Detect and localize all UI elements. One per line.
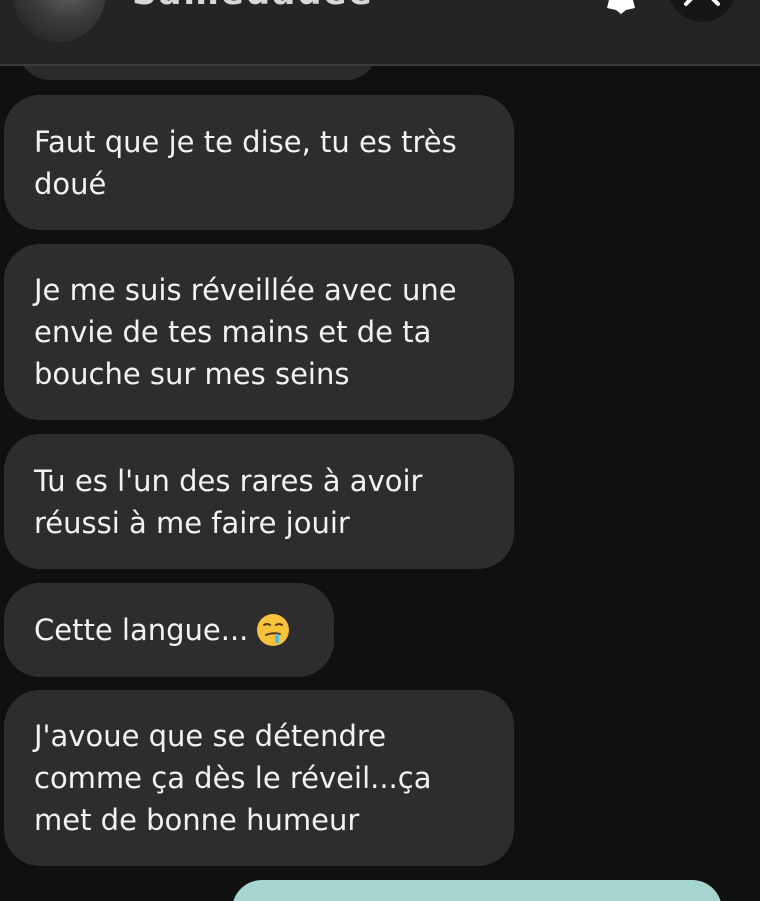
message-text: Je me suis réveillée avec une envie de t…	[34, 273, 457, 391]
message-bubble[interactable]: Faut que je te dise, tu es très doué	[4, 95, 514, 230]
message-bubble[interactable]: J'avoue que se détendre comme ça dès le …	[4, 690, 514, 866]
chat-header: Samedadee	[0, 0, 760, 66]
message-bubble[interactable]: Je me suis réveillée avec une envie de t…	[4, 244, 514, 420]
drooling-face-emoji	[257, 614, 290, 646]
message-text: Faut que je te dise, tu es très doué	[34, 124, 457, 201]
message-bubble[interactable]: Tu es l'un des rares à avoir réussi à me…	[4, 434, 514, 569]
message-text: Tu es l'un des rares à avoir réussi à me…	[34, 463, 423, 540]
close-button[interactable]	[668, 0, 736, 22]
avatar[interactable]	[12, 0, 106, 42]
scroll-to-bottom-button[interactable]	[232, 880, 722, 901]
chat-screen: Samedadee Faut que je te dise, tu es trè…	[0, 0, 760, 901]
message-bubble[interactable]: Cette langue...	[4, 583, 334, 677]
contact-name[interactable]: Samedadee	[132, 0, 374, 10]
message-text: Cette langue...	[34, 613, 249, 647]
gear-icon[interactable]	[602, 0, 640, 14]
message-text-with-emoji: Cette langue...	[34, 609, 290, 651]
close-icon	[684, 0, 720, 6]
message-text: J'avoue que se détendre comme ça dès le …	[34, 719, 432, 837]
